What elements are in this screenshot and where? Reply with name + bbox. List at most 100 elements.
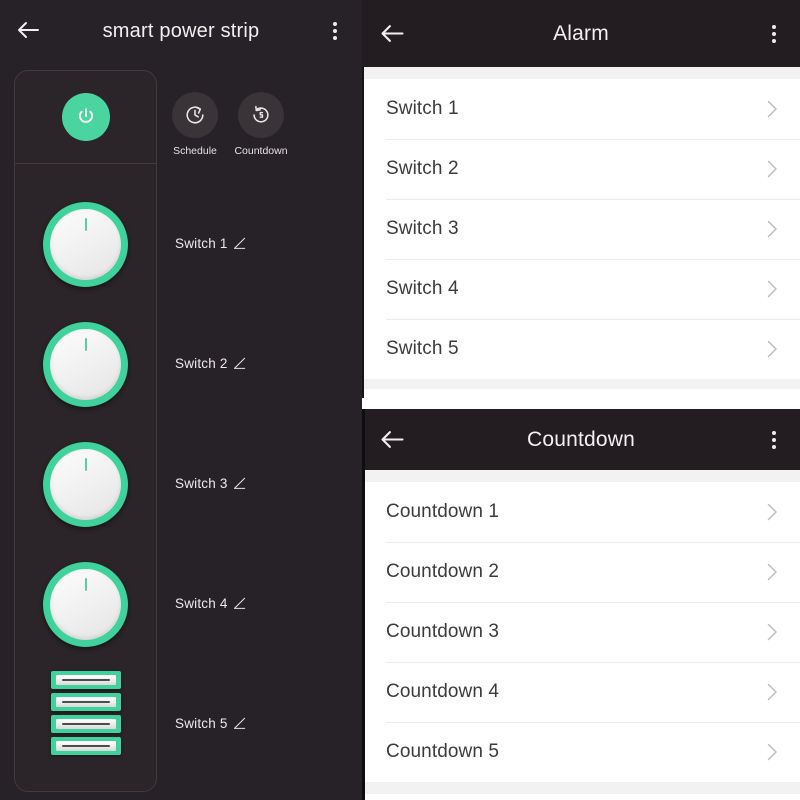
switch-label-text: Switch 4 bbox=[175, 596, 228, 611]
edit-pencil-icon[interactable] bbox=[233, 237, 246, 250]
page-title: Alarm bbox=[553, 21, 609, 45]
shortcut-countdown-circle[interactable] bbox=[238, 92, 284, 138]
device-control-panel: smart power strip Schedule Countdown Swi… bbox=[0, 0, 362, 800]
chevron-right-icon bbox=[767, 683, 777, 701]
list-item-label: Switch 3 bbox=[386, 218, 459, 239]
switch-knob-indicator bbox=[84, 218, 87, 231]
switch-label-text: Switch 5 bbox=[175, 716, 228, 731]
panel-edge-rail bbox=[362, 67, 364, 398]
usb-port-face bbox=[55, 719, 116, 729]
page-title: smart power strip bbox=[102, 19, 260, 42]
chevron-right-icon bbox=[767, 280, 777, 298]
power-zone bbox=[15, 71, 156, 164]
panel-edge-rail bbox=[362, 409, 365, 800]
switch-knob-3[interactable] bbox=[15, 442, 156, 527]
switch-label-1[interactable]: Switch 1 bbox=[175, 236, 246, 251]
chevron-right-icon bbox=[767, 100, 777, 118]
chevron-right-icon bbox=[767, 220, 777, 238]
usb-port-slot bbox=[61, 679, 110, 681]
device-card bbox=[14, 70, 157, 792]
shortcut-countdown-label: Countdown bbox=[234, 145, 288, 157]
switch-knob-face[interactable] bbox=[50, 449, 121, 520]
countdown-panel: Countdown Countdown 1 Countdown 2 Countd… bbox=[362, 409, 800, 800]
list-item[interactable]: Countdown 1 bbox=[362, 482, 800, 542]
switch-knob-face[interactable] bbox=[50, 329, 121, 400]
chevron-right-icon bbox=[767, 160, 777, 178]
list-item[interactable]: Switch 4 bbox=[362, 259, 800, 319]
switch-label-3[interactable]: Switch 3 bbox=[175, 476, 246, 491]
list-item[interactable]: Switch 2 bbox=[362, 139, 800, 199]
usb-port[interactable] bbox=[50, 693, 121, 711]
switch-knob-1[interactable] bbox=[15, 202, 156, 287]
section-gap bbox=[362, 67, 800, 79]
edit-pencil-icon[interactable] bbox=[233, 597, 246, 610]
overflow-menu-icon bbox=[772, 430, 776, 435]
usb-port-slot bbox=[61, 745, 110, 747]
switch-knob-ring[interactable] bbox=[43, 202, 128, 287]
overflow-menu-button[interactable] bbox=[760, 423, 788, 457]
switch-knob-face[interactable] bbox=[50, 209, 121, 280]
switch-knob-indicator bbox=[84, 338, 87, 351]
chevron-right-icon bbox=[767, 743, 777, 761]
countdown-list: Countdown 1 Countdown 2 Countdown 3 Coun… bbox=[362, 482, 800, 782]
usb-port-slot bbox=[61, 701, 110, 703]
switch-label-4[interactable]: Switch 4 bbox=[175, 596, 246, 611]
switch-knob-indicator bbox=[84, 458, 87, 471]
switch-knob-2[interactable] bbox=[15, 322, 156, 407]
edit-pencil-icon[interactable] bbox=[233, 477, 246, 490]
overflow-menu-icon bbox=[772, 444, 776, 449]
switch-usb-ports-5[interactable] bbox=[15, 671, 156, 755]
shortcut-schedule-circle[interactable] bbox=[172, 92, 218, 138]
power-button[interactable] bbox=[61, 93, 110, 141]
list-item[interactable]: Switch 5 bbox=[362, 319, 800, 379]
shortcut-countdown[interactable]: Countdown bbox=[234, 92, 288, 157]
overflow-menu-icon bbox=[333, 36, 337, 40]
overflow-menu-icon bbox=[772, 31, 776, 36]
power-icon bbox=[78, 108, 93, 123]
overflow-menu-icon bbox=[333, 29, 337, 33]
switch-label-5[interactable]: Switch 5 bbox=[175, 716, 246, 731]
usb-port-face bbox=[55, 675, 116, 685]
overflow-menu-icon bbox=[333, 22, 337, 26]
switch-label-text: Switch 2 bbox=[175, 356, 228, 371]
list-item-label: Countdown 3 bbox=[386, 621, 500, 642]
chevron-right-icon bbox=[767, 623, 777, 641]
section-gap bbox=[362, 782, 800, 794]
switch-knob-ring[interactable] bbox=[43, 322, 128, 407]
switch-knob-indicator bbox=[84, 578, 87, 591]
list-item[interactable]: Countdown 3 bbox=[362, 602, 800, 662]
usb-port-face bbox=[55, 741, 116, 751]
back-button[interactable] bbox=[8, 10, 48, 50]
usb-port-slot bbox=[61, 723, 110, 725]
edit-pencil-icon[interactable] bbox=[233, 357, 246, 370]
switch-knob-4[interactable] bbox=[15, 562, 156, 647]
list-item[interactable]: Countdown 2 bbox=[362, 542, 800, 602]
usb-port[interactable] bbox=[50, 715, 121, 733]
shortcut-schedule[interactable]: Schedule bbox=[172, 92, 218, 157]
alarm-panel: Alarm Switch 1 Switch 2 Switch 3 Switch … bbox=[362, 0, 800, 398]
list-item[interactable]: Countdown 4 bbox=[362, 662, 800, 722]
switch-knob-ring[interactable] bbox=[43, 562, 128, 647]
section-gap bbox=[362, 379, 800, 389]
list-item-label: Switch 2 bbox=[386, 158, 459, 179]
usb-port[interactable] bbox=[50, 737, 121, 755]
shortcut-schedule-label: Schedule bbox=[173, 145, 217, 157]
switch-label-text: Switch 1 bbox=[175, 236, 228, 251]
schedule-clock-icon bbox=[186, 106, 204, 124]
list-item[interactable]: Countdown 5 bbox=[362, 722, 800, 782]
list-item-label: Switch 1 bbox=[386, 98, 459, 119]
list-item[interactable]: Switch 1 bbox=[362, 79, 800, 139]
switch-knob-face[interactable] bbox=[50, 569, 121, 640]
alarm-list: Switch 1 Switch 2 Switch 3 Switch 4 Swit… bbox=[362, 79, 800, 379]
switch-label-2[interactable]: Switch 2 bbox=[175, 356, 246, 371]
overflow-menu-button[interactable] bbox=[760, 17, 788, 51]
list-item[interactable]: Switch 3 bbox=[362, 199, 800, 259]
page-title: Countdown bbox=[526, 427, 636, 451]
usb-port[interactable] bbox=[50, 671, 121, 689]
overflow-menu-button[interactable] bbox=[316, 11, 354, 51]
device-app-bar: smart power strip bbox=[0, 0, 362, 62]
countdown-timer-icon bbox=[253, 105, 269, 123]
switch-knob-ring[interactable] bbox=[43, 442, 128, 527]
edit-pencil-icon[interactable] bbox=[233, 717, 246, 730]
overflow-menu-icon bbox=[772, 437, 776, 442]
